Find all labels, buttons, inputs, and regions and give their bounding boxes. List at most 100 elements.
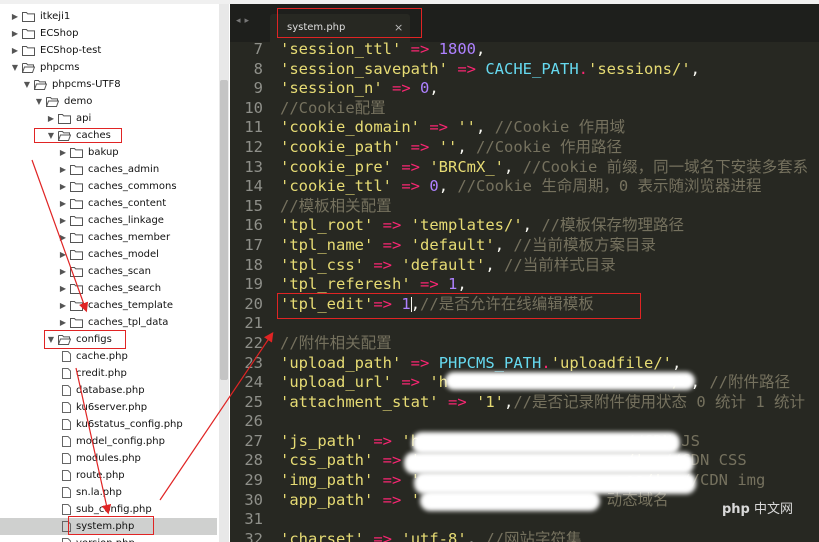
triangle-right-icon[interactable]: ▶ bbox=[58, 297, 68, 314]
folder-item[interactable]: ▼ phpcms bbox=[0, 59, 217, 76]
triangle-right-icon[interactable]: ▶ bbox=[58, 212, 68, 229]
code-line[interactable]: 14 'cookie_ttl' => 0, //Cookie 生命周期，0 表示随… bbox=[230, 177, 819, 197]
code-line[interactable]: 10 //Cookie配置 bbox=[230, 99, 819, 119]
code-line[interactable]: 15 //模板相关配置 bbox=[230, 197, 819, 217]
code-line[interactable]: 27 'js_path' => 'h , //CDN JS bbox=[230, 432, 819, 452]
folder-item[interactable]: ▶ itkeji1 bbox=[0, 8, 217, 25]
file-item[interactable]: model_config.php bbox=[0, 433, 217, 450]
code-token: , bbox=[494, 235, 514, 254]
code-token: //模板保存物理路径 bbox=[541, 216, 685, 235]
triangle-right-icon[interactable]: ▶ bbox=[58, 280, 68, 297]
code-line[interactable]: 21 bbox=[230, 314, 819, 334]
triangle-right-icon[interactable]: ▶ bbox=[58, 314, 68, 331]
code-line[interactable]: 12 'cookie_path' => '', //Cookie 作用路径 bbox=[230, 138, 819, 158]
tree-item-label: model_config.php bbox=[76, 436, 165, 447]
code-token: 1800 bbox=[438, 40, 477, 58]
triangle-right-icon[interactable]: ▶ bbox=[10, 8, 20, 25]
code-line[interactable]: 24 'upload_url' => 'h /', //附件路径 bbox=[230, 373, 819, 393]
code-token: 0 bbox=[420, 79, 430, 98]
code-line[interactable]: 23 'upload_path' => PHPCMS_PATH.'uploadfi… bbox=[230, 354, 819, 374]
code-line[interactable]: 25 'attachment_stat' => '1',//是否记录附件使用状态 … bbox=[230, 393, 819, 413]
file-item[interactable]: cache.php bbox=[0, 348, 217, 365]
folder-item[interactable]: ▼ phpcms-UTF8 bbox=[0, 76, 217, 93]
file-item[interactable]: system.php bbox=[0, 518, 217, 535]
code-line[interactable]: 17 'tpl_name' => 'default', //当前模板方案目录 bbox=[230, 236, 819, 256]
triangle-down-icon[interactable]: ▼ bbox=[22, 76, 32, 93]
tab-system-php[interactable]: system.php × bbox=[270, 14, 410, 42]
folder-item[interactable]: ▶ ECShop bbox=[0, 25, 217, 42]
tab-nav-arrows-icon[interactable]: ◂▸ bbox=[236, 16, 253, 26]
triangle-right-icon[interactable]: ▶ bbox=[58, 195, 68, 212]
code-line[interactable]: 28 'css_path' => ' /', //CDN CSS bbox=[230, 451, 819, 471]
code-token: , bbox=[672, 353, 682, 372]
folder-item[interactable]: ▼ configs bbox=[0, 331, 217, 348]
code-line[interactable]: 11 'cookie_domain' => '', //Cookie 作用域 bbox=[230, 118, 819, 138]
file-item[interactable]: sn.la.php bbox=[0, 484, 217, 501]
tree-item-label: phpcms bbox=[40, 62, 80, 73]
triangle-right-icon[interactable]: ▶ bbox=[10, 42, 20, 59]
file-item[interactable]: credit.php bbox=[0, 365, 217, 382]
triangle-right-icon[interactable]: ▶ bbox=[58, 229, 68, 246]
code-line[interactable]: 7 'session_ttl' => 1800, bbox=[230, 40, 819, 60]
triangle-right-icon[interactable]: ▶ bbox=[46, 110, 56, 127]
folder-item[interactable]: ▶ caches_linkage bbox=[0, 212, 217, 229]
file-item[interactable]: ku6server.php bbox=[0, 399, 217, 416]
code-line[interactable]: 13 'cookie_pre' => 'BRCmX_', //Cookie 前缀，… bbox=[230, 158, 819, 178]
folder-item[interactable]: ▶ caches_scan bbox=[0, 263, 217, 280]
triangle-right-icon[interactable]: ▶ bbox=[58, 263, 68, 280]
code-line[interactable]: 19 'tpl_referesh' => 1, bbox=[230, 275, 819, 295]
close-icon[interactable]: × bbox=[394, 14, 403, 42]
code-line[interactable]: 8 'session_savepath' => CACHE_PATH.'sessi… bbox=[230, 60, 819, 80]
triangle-right-icon[interactable]: ▶ bbox=[58, 144, 68, 161]
file-item[interactable]: sub_config.php bbox=[0, 501, 217, 518]
code-line[interactable]: 32 'charset' => 'utf-8', //网站字符集 bbox=[230, 530, 819, 542]
triangle-right-icon[interactable]: ▶ bbox=[58, 178, 68, 195]
code-line[interactable]: 9 'session_n' => 0, bbox=[230, 79, 819, 99]
folder-item[interactable]: ▶ caches_search bbox=[0, 280, 217, 297]
file-item[interactable]: database.php bbox=[0, 382, 217, 399]
triangle-right-icon[interactable]: ▶ bbox=[58, 246, 68, 263]
code-line[interactable]: 22 //附件相关配置 bbox=[230, 334, 819, 354]
folder-item[interactable]: ▶ caches_content bbox=[0, 195, 217, 212]
sidebar-scrollbar-thumb[interactable] bbox=[220, 80, 228, 380]
file-icon bbox=[62, 436, 75, 447]
triangle-right-icon[interactable]: ▶ bbox=[10, 25, 20, 42]
triangle-right-icon[interactable]: ▶ bbox=[58, 161, 68, 178]
line-number: 12 bbox=[244, 137, 263, 156]
file-item[interactable]: route.php bbox=[0, 467, 217, 484]
code-line[interactable]: 18 'tpl_css' => 'default', //当前样式目录 bbox=[230, 256, 819, 276]
folder-item[interactable]: ▼ demo bbox=[0, 93, 217, 110]
folder-item[interactable]: ▶ caches_commons bbox=[0, 178, 217, 195]
folder-item[interactable]: ▶ caches_member bbox=[0, 229, 217, 246]
folder-item[interactable]: ▼ caches bbox=[0, 127, 217, 144]
triangle-down-icon[interactable]: ▼ bbox=[10, 59, 20, 76]
folder-item[interactable]: ▶ caches_admin bbox=[0, 161, 217, 178]
line-number: 23 bbox=[244, 353, 263, 372]
folder-item[interactable]: ▶ caches_tpl_data bbox=[0, 314, 217, 331]
file-item[interactable]: ku6status_config.php bbox=[0, 416, 217, 433]
file-icon bbox=[62, 453, 75, 464]
file-item[interactable]: version.php bbox=[0, 535, 217, 542]
code-token: , bbox=[457, 137, 477, 156]
triangle-down-icon[interactable]: ▼ bbox=[46, 127, 56, 144]
file-item[interactable]: modules.php bbox=[0, 450, 217, 467]
folder-item[interactable]: ▶ bakup bbox=[0, 144, 217, 161]
code-line[interactable]: 29 'img_path' => ' es/', //CDN img bbox=[230, 471, 819, 491]
code-line[interactable]: 26 bbox=[230, 412, 819, 432]
triangle-down-icon[interactable]: ▼ bbox=[46, 331, 56, 348]
folder-item[interactable]: ▶ caches_template bbox=[0, 297, 217, 314]
triangle-down-icon[interactable]: ▼ bbox=[34, 93, 44, 110]
code-line[interactable]: 20 'tpl_edit'=> 1,//是否允许在线编辑模板 bbox=[230, 295, 819, 315]
open-folder-icon bbox=[46, 96, 59, 107]
watermark-logo: php bbox=[722, 502, 750, 517]
code-line[interactable]: 16 'tpl_root' => 'templates/', //模板保存物理路径 bbox=[230, 216, 819, 236]
folder-item[interactable]: ▶ api bbox=[0, 110, 217, 127]
code-token: ' bbox=[410, 490, 421, 509]
code-area[interactable]: 7'session_ttl' => 1800, 8'session_savepat… bbox=[230, 40, 819, 542]
folder-item[interactable]: ▶ ECShop-test bbox=[0, 42, 217, 59]
folder-item[interactable]: ▶ caches_model bbox=[0, 246, 217, 263]
